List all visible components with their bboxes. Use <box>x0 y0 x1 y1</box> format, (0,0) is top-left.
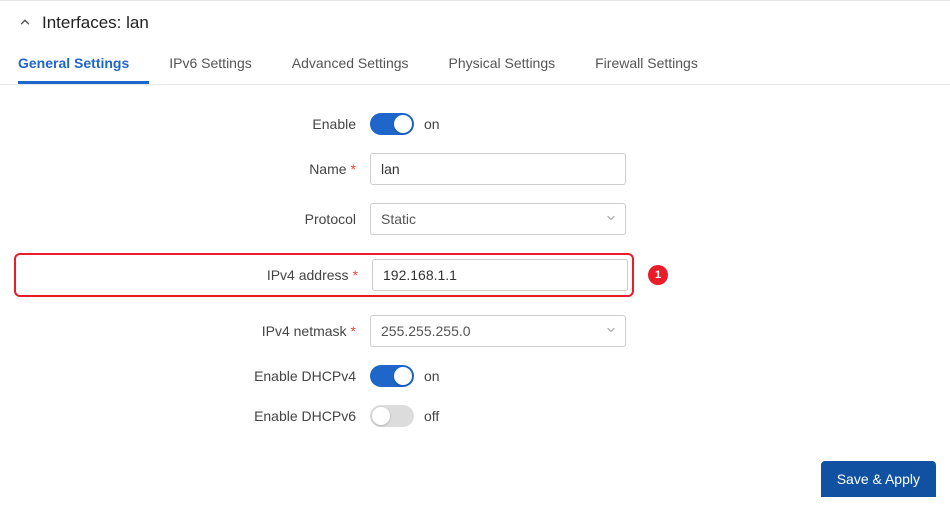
form-area: Enable on Name* Protocol Static IPv4 add… <box>0 85 950 427</box>
tab-ipv6-settings[interactable]: IPv6 Settings <box>149 43 272 84</box>
tab-advanced-settings[interactable]: Advanced Settings <box>272 43 429 84</box>
ipv4-address-callout: IPv4 address* <box>14 253 634 297</box>
tab-physical-settings[interactable]: Physical Settings <box>429 43 576 84</box>
protocol-select[interactable]: Static <box>370 203 626 235</box>
ipv4-address-label: IPv4 address* <box>20 267 372 283</box>
tabs-bar: General Settings IPv6 Settings Advanced … <box>0 43 950 85</box>
name-label: Name* <box>0 161 370 177</box>
chevron-down-icon <box>605 323 617 339</box>
enable-dhcpv6-state: off <box>424 408 439 424</box>
annotation-badge-1: 1 <box>648 265 668 285</box>
protocol-value: Static <box>381 211 416 227</box>
ipv4-address-input[interactable] <box>372 259 628 291</box>
protocol-label: Protocol <box>0 211 370 227</box>
tab-firewall-settings[interactable]: Firewall Settings <box>575 43 718 84</box>
enable-toggle[interactable] <box>370 113 414 135</box>
enable-label: Enable <box>0 116 370 132</box>
ipv4-netmask-select[interactable]: 255.255.255.0 <box>370 315 626 347</box>
page-header: Interfaces: lan <box>0 1 950 43</box>
enable-dhcpv6-toggle[interactable] <box>370 405 414 427</box>
enable-dhcpv6-label: Enable DHCPv6 <box>0 408 370 424</box>
chevron-down-icon <box>605 211 617 227</box>
save-apply-button[interactable]: Save & Apply <box>821 461 936 497</box>
tab-general-settings[interactable]: General Settings <box>18 43 149 84</box>
ipv4-netmask-value: 255.255.255.0 <box>381 323 471 339</box>
ipv4-netmask-label: IPv4 netmask* <box>0 323 370 339</box>
enable-dhcpv4-label: Enable DHCPv4 <box>0 368 370 384</box>
collapse-icon[interactable] <box>18 15 42 32</box>
page-title: Interfaces: lan <box>42 13 149 33</box>
enable-dhcpv4-state: on <box>424 368 440 384</box>
name-input[interactable] <box>370 153 626 185</box>
enable-state: on <box>424 116 440 132</box>
enable-dhcpv4-toggle[interactable] <box>370 365 414 387</box>
